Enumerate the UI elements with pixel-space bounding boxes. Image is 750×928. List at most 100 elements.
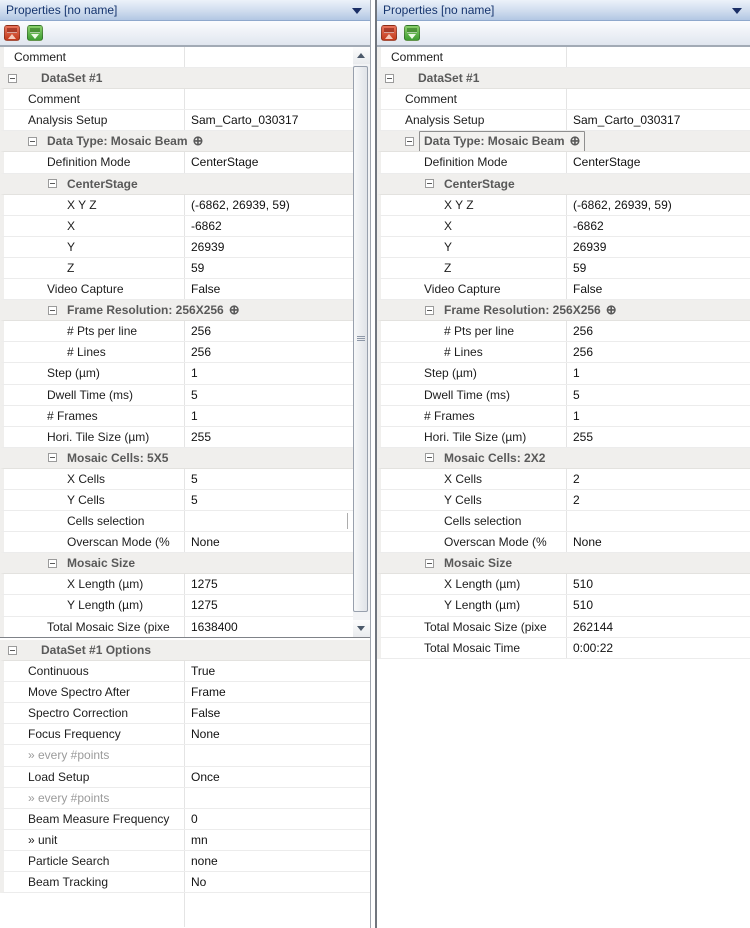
property-value[interactable]: (-6862, 26939, 59) — [567, 195, 750, 215]
property-row[interactable]: Hori. Tile Size (µm)255 — [0, 427, 353, 448]
property-value[interactable] — [567, 89, 750, 109]
property-row[interactable]: X Length (µm)1275 — [0, 574, 353, 595]
property-row[interactable]: X Y Z(-6862, 26939, 59) — [0, 195, 353, 216]
scroll-up-button[interactable] — [353, 47, 370, 64]
property-value[interactable]: 59 — [567, 258, 750, 278]
collapse-glyph-icon[interactable] — [8, 74, 17, 83]
property-value[interactable]: 2 — [567, 469, 750, 489]
property-row[interactable]: Cells selection — [0, 511, 353, 532]
collapse-glyph-icon[interactable] — [425, 179, 434, 188]
property-value[interactable]: 5 — [567, 385, 750, 405]
property-value[interactable]: No — [185, 872, 370, 892]
property-value[interactable]: 1 — [185, 406, 353, 426]
property-row[interactable]: » every #points — [0, 745, 370, 766]
dropdown-arrow-icon[interactable] — [732, 8, 742, 14]
property-value[interactable]: 0 — [185, 809, 370, 829]
property-row[interactable]: # Pts per line256 — [377, 321, 750, 342]
property-value[interactable]: 510 — [567, 595, 750, 615]
property-value[interactable]: Sam_Carto_030317 — [185, 110, 353, 130]
circled-plus-icon[interactable]: ⊕ — [606, 302, 617, 317]
property-row[interactable]: » every #points — [0, 788, 370, 809]
circled-plus-icon[interactable]: ⊕ — [193, 133, 204, 148]
property-value[interactable]: 256 — [185, 342, 353, 362]
property-value[interactable]: False — [567, 279, 750, 299]
property-value[interactable]: CenterStage — [185, 152, 353, 172]
property-row[interactable]: Z59 — [0, 258, 353, 279]
collapse-glyph-icon[interactable] — [48, 453, 57, 462]
property-row[interactable]: Y Length (µm)1275 — [0, 595, 353, 616]
property-row[interactable]: # Frames1 — [377, 406, 750, 427]
property-row[interactable]: Comment — [377, 47, 750, 68]
property-row[interactable]: » unitmn — [0, 830, 370, 851]
group-header-row[interactable]: CenterStage — [0, 174, 353, 195]
property-value[interactable]: False — [185, 279, 353, 299]
property-value[interactable]: None — [567, 532, 750, 552]
property-row[interactable]: Hori. Tile Size (µm)255 — [377, 427, 750, 448]
property-value[interactable]: CenterStage — [567, 152, 750, 172]
property-row[interactable]: Total Mosaic Size (pixe1638400 — [0, 617, 353, 637]
property-row[interactable]: X Y Z(-6862, 26939, 59) — [377, 195, 750, 216]
property-value[interactable]: 255 — [567, 427, 750, 447]
property-row[interactable]: Analysis SetupSam_Carto_030317 — [377, 110, 750, 131]
group-header-row[interactable]: Mosaic Size — [0, 553, 353, 574]
collapse-all-button[interactable] — [381, 25, 397, 41]
expand-all-button[interactable] — [404, 25, 420, 41]
group-header-row[interactable]: Frame Resolution: 256X256⊕ — [0, 300, 353, 321]
property-value[interactable] — [567, 47, 750, 67]
group-header-row[interactable]: Mosaic Size — [377, 553, 750, 574]
property-row[interactable]: Beam TrackingNo — [0, 872, 370, 893]
vertical-scrollbar[interactable] — [353, 47, 370, 637]
property-row[interactable]: Particle Searchnone — [0, 851, 370, 872]
property-row[interactable]: # Lines256 — [377, 342, 750, 363]
property-value[interactable]: 1 — [567, 363, 750, 383]
circled-plus-icon[interactable]: ⊕ — [229, 302, 240, 317]
group-header-row[interactable]: Data Type: Mosaic Beam⊕ — [0, 131, 353, 152]
property-row[interactable]: Step (µm)1 — [0, 363, 353, 384]
property-row[interactable]: Y Cells5 — [0, 490, 353, 511]
property-row[interactable]: Step (µm)1 — [377, 363, 750, 384]
property-value[interactable]: True — [185, 661, 370, 681]
property-value[interactable]: -6862 — [567, 216, 750, 236]
property-row[interactable]: Video CaptureFalse — [377, 279, 750, 300]
group-header-row[interactable]: DataSet #1 Options — [0, 640, 370, 661]
property-row[interactable]: X-6862 — [377, 216, 750, 237]
property-value[interactable] — [185, 788, 370, 808]
property-value[interactable]: -6862 — [185, 216, 353, 236]
property-value[interactable]: 26939 — [567, 237, 750, 257]
property-row[interactable]: Move Spectro AfterFrame — [0, 682, 370, 703]
property-row[interactable]: Total Mosaic Size (pixe262144 — [377, 617, 750, 638]
property-value[interactable]: False — [185, 703, 370, 723]
property-value[interactable] — [185, 47, 353, 67]
property-value[interactable]: 1 — [185, 363, 353, 383]
property-row[interactable]: Dwell Time (ms)5 — [0, 385, 353, 406]
expand-all-button[interactable] — [27, 25, 43, 41]
collapse-glyph-icon[interactable] — [8, 646, 17, 655]
property-value[interactable]: 59 — [185, 258, 353, 278]
collapse-glyph-icon[interactable] — [48, 559, 57, 568]
group-header-row[interactable]: Mosaic Cells: 5X5 — [0, 448, 353, 469]
property-value[interactable] — [185, 89, 353, 109]
property-row[interactable]: ContinuousTrue — [0, 661, 370, 682]
property-row[interactable]: Overscan Mode (%None — [377, 532, 750, 553]
collapse-glyph-icon[interactable] — [48, 306, 57, 315]
property-row[interactable]: X Length (µm)510 — [377, 574, 750, 595]
property-value[interactable]: None — [185, 724, 370, 744]
group-header-row[interactable]: DataSet #1 — [377, 68, 750, 89]
property-value[interactable]: 5 — [185, 385, 353, 405]
property-row[interactable]: Y Cells2 — [377, 490, 750, 511]
property-row[interactable]: Definition ModeCenterStage — [0, 152, 353, 173]
property-value[interactable] — [185, 511, 353, 531]
property-row[interactable]: Definition ModeCenterStage — [377, 152, 750, 173]
property-value[interactable]: 256 — [185, 321, 353, 341]
panel-titlebar[interactable]: Properties [no name] — [377, 0, 750, 21]
property-row[interactable]: # Frames1 — [0, 406, 353, 427]
property-row[interactable]: Cells selection — [377, 511, 750, 532]
property-value[interactable]: Once — [185, 767, 370, 787]
property-row[interactable]: Dwell Time (ms)5 — [377, 385, 750, 406]
property-row[interactable]: Comment — [377, 89, 750, 110]
property-row[interactable]: Beam Measure Frequency0 — [0, 809, 370, 830]
property-row[interactable]: X Cells2 — [377, 469, 750, 490]
property-value[interactable]: 5 — [185, 490, 353, 510]
panel-titlebar[interactable]: Properties [no name] — [0, 0, 370, 21]
property-value[interactable]: None — [185, 532, 353, 552]
